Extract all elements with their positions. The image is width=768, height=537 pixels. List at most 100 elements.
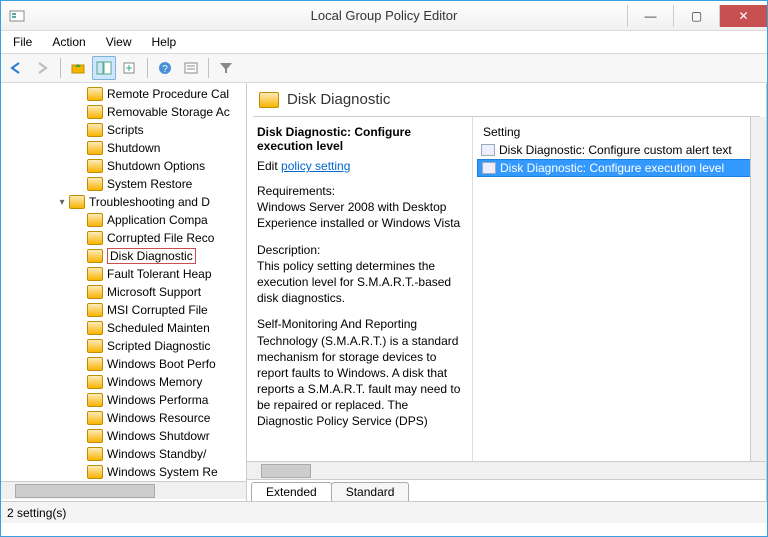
description-text: This policy setting determines the execu… bbox=[257, 259, 451, 305]
tree-item-label: Application Compa bbox=[107, 213, 208, 227]
menu-help[interactable]: Help bbox=[144, 33, 185, 51]
horizontal-scrollbar[interactable] bbox=[247, 461, 766, 479]
setting-row[interactable]: Disk Diagnostic: Configure custom alert … bbox=[477, 141, 762, 159]
scrollbar-thumb[interactable] bbox=[15, 484, 155, 498]
tree-item-label: Windows Boot Perfo bbox=[107, 357, 216, 371]
tree-item[interactable]: MSI Corrupted File bbox=[1, 301, 246, 319]
horizontal-scrollbar[interactable] bbox=[1, 481, 246, 499]
tree-item[interactable]: Fault Tolerant Heap bbox=[1, 265, 246, 283]
setting-label: Disk Diagnostic: Configure custom alert … bbox=[499, 143, 732, 157]
tree-item[interactable]: Shutdown bbox=[1, 139, 246, 157]
toolbar-separator bbox=[60, 58, 61, 78]
folder-icon bbox=[69, 195, 85, 209]
toolbar: ? bbox=[1, 53, 767, 83]
tree-item[interactable]: ▾Troubleshooting and D bbox=[1, 193, 246, 211]
tree-item[interactable]: Windows Resource bbox=[1, 409, 246, 427]
filter-button[interactable] bbox=[214, 56, 238, 80]
details-pane: Disk Diagnostic Disk Diagnostic: Configu… bbox=[247, 83, 767, 501]
show-hide-tree-button[interactable] bbox=[92, 56, 116, 80]
folder-icon bbox=[87, 231, 103, 245]
arrow-right-icon bbox=[35, 61, 51, 75]
svg-text:?: ? bbox=[162, 64, 168, 75]
tree-item[interactable]: Windows Shutdowr bbox=[1, 427, 246, 445]
content-panes: Disk Diagnostic: Configure execution lev… bbox=[247, 117, 766, 461]
tree-item[interactable]: Windows Standby/ bbox=[1, 445, 246, 463]
tree-item[interactable]: Windows System Re bbox=[1, 463, 246, 481]
vertical-scrollbar[interactable] bbox=[750, 117, 766, 461]
folder-icon bbox=[87, 123, 103, 137]
properties-button[interactable] bbox=[179, 56, 203, 80]
toolbar-separator bbox=[208, 58, 209, 78]
tree-item[interactable]: Shutdown Options bbox=[1, 157, 246, 175]
description-block: Description: This policy setting determin… bbox=[257, 242, 462, 307]
policy-setting-link[interactable]: policy setting bbox=[281, 159, 350, 173]
requirements-label: Requirements: bbox=[257, 184, 335, 198]
status-text: 2 setting(s) bbox=[7, 506, 66, 520]
tree-item[interactable]: System Restore bbox=[1, 175, 246, 193]
titlebar: Local Group Policy Editor — ▢ ✕ bbox=[1, 1, 767, 31]
tab-extended[interactable]: Extended bbox=[251, 482, 332, 501]
main-area: Remote Procedure Cal Removable Storage Ac… bbox=[1, 83, 767, 501]
policy-icon bbox=[481, 144, 495, 156]
tree-item-label: Windows System Re bbox=[107, 465, 218, 479]
tree-item[interactable]: Corrupted File Reco bbox=[1, 229, 246, 247]
folder-icon bbox=[87, 393, 103, 407]
edit-row: Edit policy setting bbox=[257, 159, 462, 173]
tree-item[interactable]: Application Compa bbox=[1, 211, 246, 229]
scrollbar-thumb[interactable] bbox=[261, 464, 311, 478]
forward-button[interactable] bbox=[31, 56, 55, 80]
tree-item-label: Remote Procedure Cal bbox=[107, 87, 229, 101]
tree-item[interactable]: Remote Procedure Cal bbox=[1, 85, 246, 103]
folder-tree[interactable]: Remote Procedure Cal Removable Storage Ac… bbox=[1, 83, 246, 481]
export-button[interactable] bbox=[118, 56, 142, 80]
tree-item-label: System Restore bbox=[107, 177, 192, 191]
collapse-icon[interactable]: ▾ bbox=[55, 197, 69, 208]
up-button[interactable] bbox=[66, 56, 90, 80]
arrow-left-icon bbox=[9, 61, 25, 75]
tree-item-label: Windows Standby/ bbox=[107, 447, 206, 461]
help-button[interactable]: ? bbox=[153, 56, 177, 80]
menu-view[interactable]: View bbox=[98, 33, 140, 51]
tree-item[interactable]: Disk Diagnostic bbox=[1, 247, 246, 265]
folder-up-icon bbox=[70, 61, 86, 75]
menu-file[interactable]: File bbox=[5, 33, 40, 51]
folder-icon bbox=[87, 267, 103, 281]
description-body: Self-Monitoring And Reporting Technology… bbox=[257, 316, 462, 429]
tree-item[interactable]: Windows Performa bbox=[1, 391, 246, 409]
close-button[interactable]: ✕ bbox=[719, 5, 767, 27]
policy-title: Disk Diagnostic: Configure execution lev… bbox=[257, 125, 462, 153]
tree-item[interactable]: Scripted Diagnostic bbox=[1, 337, 246, 355]
tree-pane: Remote Procedure Cal Removable Storage Ac… bbox=[1, 83, 247, 501]
menubar: File Action View Help bbox=[1, 31, 767, 53]
maximize-button[interactable]: ▢ bbox=[673, 5, 719, 27]
tree-item-label: Windows Resource bbox=[107, 411, 210, 425]
tree-item[interactable]: Microsoft Support bbox=[1, 283, 246, 301]
column-header-setting[interactable]: Setting bbox=[477, 123, 762, 141]
folder-icon bbox=[87, 303, 103, 317]
folder-icon bbox=[87, 321, 103, 335]
setting-label: Disk Diagnostic: Configure execution lev… bbox=[500, 161, 724, 175]
minimize-button[interactable]: — bbox=[627, 5, 673, 27]
tree-item[interactable]: Scripts bbox=[1, 121, 246, 139]
tree-item[interactable]: Windows Boot Perfo bbox=[1, 355, 246, 373]
tree-item-label: Windows Performa bbox=[107, 393, 208, 407]
tree-item[interactable]: Windows Memory bbox=[1, 373, 246, 391]
description-label: Description: bbox=[257, 243, 320, 257]
folder-icon bbox=[87, 285, 103, 299]
edit-label: Edit bbox=[257, 159, 278, 173]
folder-icon bbox=[87, 249, 103, 263]
back-button[interactable] bbox=[5, 56, 29, 80]
tree-item[interactable]: Scheduled Mainten bbox=[1, 319, 246, 337]
tree-item-label: Scheduled Mainten bbox=[107, 321, 210, 335]
content-heading: Disk Diagnostic bbox=[287, 91, 390, 108]
tree-item[interactable]: Removable Storage Ac bbox=[1, 103, 246, 121]
export-icon bbox=[122, 61, 138, 75]
setting-row[interactable]: Disk Diagnostic: Configure execution lev… bbox=[477, 159, 762, 177]
policy-icon bbox=[482, 162, 496, 174]
tab-standard[interactable]: Standard bbox=[331, 482, 410, 501]
folder-icon bbox=[87, 105, 103, 119]
help-icon: ? bbox=[157, 61, 173, 75]
tree-item-label: Microsoft Support bbox=[107, 285, 201, 299]
tree-item-label: Shutdown Options bbox=[107, 159, 205, 173]
menu-action[interactable]: Action bbox=[44, 33, 93, 51]
